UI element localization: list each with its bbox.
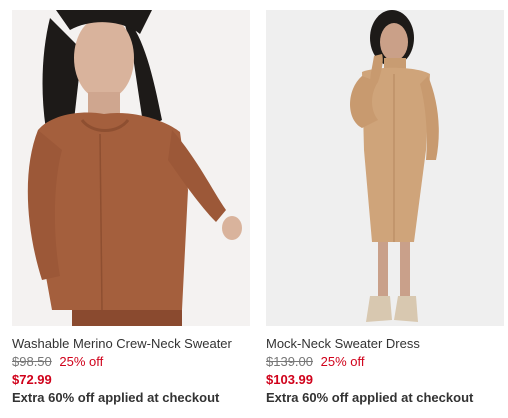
product-image[interactable] <box>12 10 250 326</box>
product-card-merino-sweater[interactable]: Washable Merino Crew-Neck Sweater $98.50… <box>12 10 250 406</box>
product-title[interactable]: Mock-Neck Sweater Dress <box>266 336 504 352</box>
discount-label: 25% off <box>320 354 365 369</box>
promo-text: Extra 60% off applied at checkout <box>12 390 220 405</box>
original-price: $139.00 <box>266 354 313 369</box>
original-price: $98.50 <box>12 354 52 369</box>
sale-price: $103.99 <box>266 372 313 387</box>
product-card-sweater-dress[interactable]: Mock-Neck Sweater Dress $139.00 25% off … <box>266 10 504 406</box>
product-image[interactable] <box>266 10 504 326</box>
price-row: $98.50 25% off <box>12 354 250 370</box>
sale-price: $72.99 <box>12 372 52 387</box>
price-row: $139.00 25% off <box>266 354 504 370</box>
product-grid: Washable Merino Crew-Neck Sweater $98.50… <box>0 0 508 418</box>
product-title[interactable]: Washable Merino Crew-Neck Sweater <box>12 336 250 352</box>
model-in-rust-sweater-illustration <box>12 10 250 326</box>
discount-label: 25% off <box>59 354 104 369</box>
model-in-camel-dress-illustration <box>266 10 504 326</box>
promo-text: Extra 60% off applied at checkout <box>266 390 474 405</box>
